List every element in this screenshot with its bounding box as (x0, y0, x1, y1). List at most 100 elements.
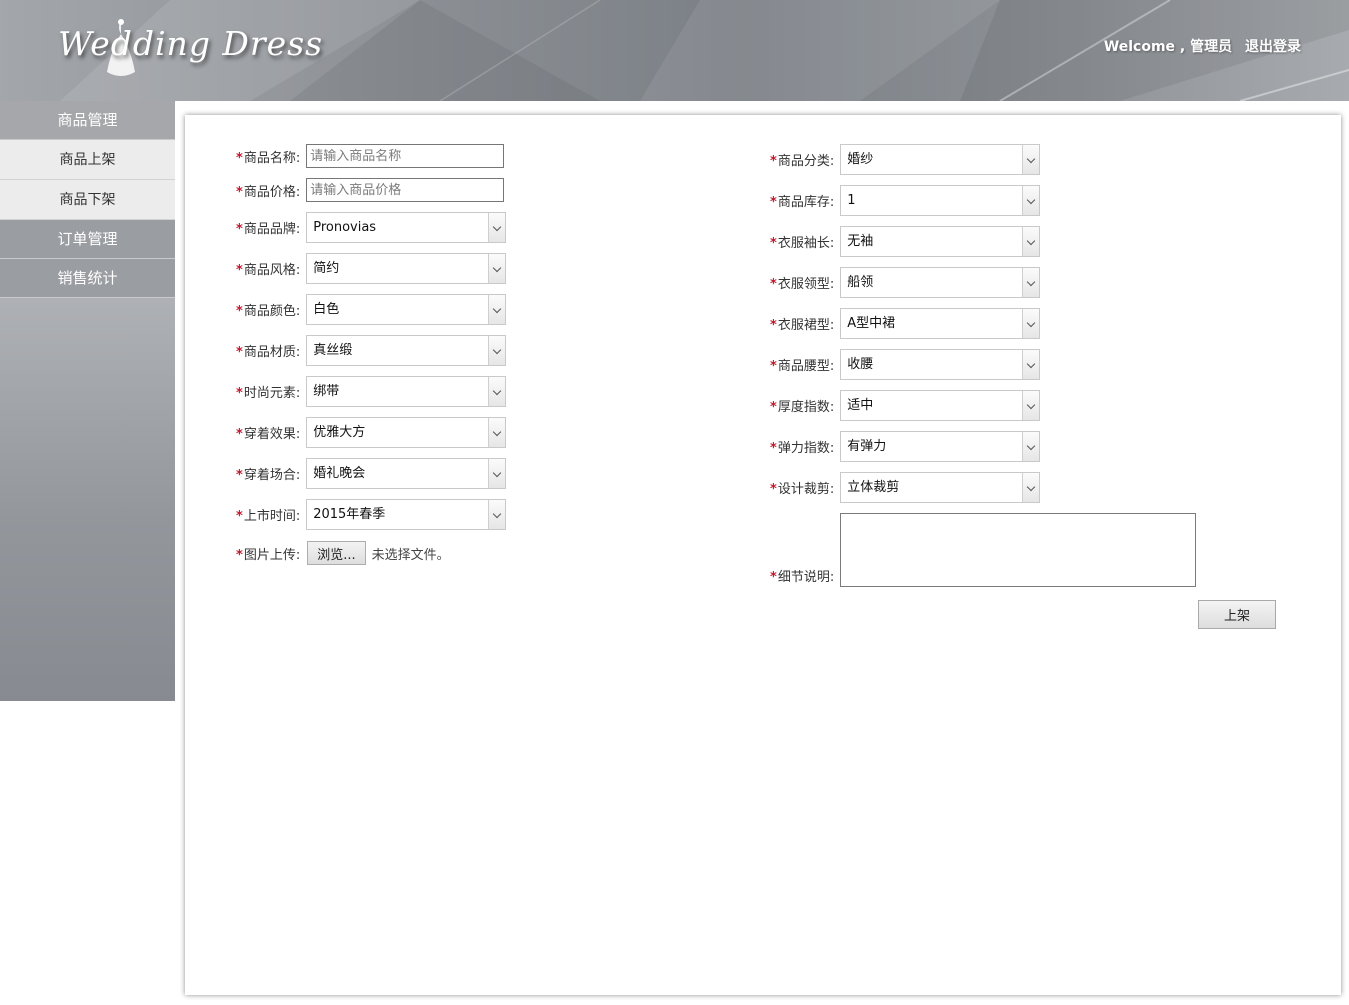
field-release-time: *上市时间: 2015年春季 (236, 499, 507, 530)
waist-type-value: 收腰 (847, 357, 874, 372)
required-mark: * (236, 509, 243, 524)
image-upload-label: 图片上传: (243, 547, 301, 563)
style-label: 商品风格: (243, 263, 301, 278)
occasion-label: 穿着场合: (243, 468, 301, 483)
release-time-label: 上市时间: (243, 509, 301, 524)
chevron-down-icon (1022, 432, 1040, 461)
nav-item-product-unshelve[interactable]: 商品下架 (0, 180, 175, 220)
thickness-select[interactable]: 适中 (840, 390, 1041, 421)
occasion-value: 婚礼晚会 (313, 466, 366, 481)
neckline-label: 衣服领型: (777, 277, 835, 292)
detail-description-textarea[interactable] (840, 513, 1197, 587)
waist-type-select[interactable]: 收腰 (840, 349, 1041, 380)
field-waist-type: *商品腰型: 收腰 (770, 349, 1041, 380)
elasticity-value: 有弹力 (847, 439, 887, 454)
chevron-down-icon (488, 377, 506, 406)
required-mark: * (236, 150, 243, 166)
skirt-type-select[interactable]: A型中裙 (840, 308, 1041, 339)
material-label: 商品材质: (243, 345, 301, 360)
required-mark: * (236, 427, 243, 442)
chevron-down-icon (488, 336, 506, 365)
wear-effect-value: 优雅大方 (313, 425, 366, 440)
field-detail-description: *细节说明: (770, 513, 1197, 587)
required-mark: * (236, 304, 243, 319)
field-color: *商品颜色: 白色 (236, 294, 507, 325)
chevron-down-icon (1022, 186, 1040, 215)
required-mark: * (236, 184, 243, 200)
category-label: 商品分类: (777, 154, 835, 169)
style-select[interactable]: 简约 (306, 253, 507, 284)
shelve-submit-button[interactable]: 上架 (1198, 600, 1276, 629)
chevron-down-icon (488, 254, 506, 283)
neckline-select[interactable]: 船领 (840, 267, 1041, 298)
occasion-select[interactable]: 婚礼晚会 (306, 458, 507, 489)
release-time-select[interactable]: 2015年春季 (306, 499, 507, 530)
product-price-input[interactable] (306, 178, 505, 202)
chevron-down-icon (488, 213, 506, 242)
required-mark: * (770, 318, 777, 333)
fashion-element-select[interactable]: 绑带 (306, 376, 507, 407)
required-mark: * (236, 386, 243, 401)
chevron-down-icon (1022, 350, 1040, 379)
user-area: Welcome , 管理员 退出登录 (1104, 36, 1301, 56)
site-logo[interactable]: Wedding Dress (58, 24, 323, 63)
required-mark: * (770, 236, 777, 251)
chevron-down-icon (1022, 145, 1040, 174)
logout-link[interactable]: 退出登录 (1245, 39, 1301, 55)
field-style: *商品风格: 简约 (236, 253, 507, 284)
chevron-down-icon (1022, 391, 1040, 420)
material-select[interactable]: 真丝缎 (306, 335, 507, 366)
field-brand: *商品品牌: Pronovias (236, 212, 507, 243)
tailoring-value: 立体裁剪 (847, 480, 900, 495)
field-sleeve-length: *衣服袖长: 无袖 (770, 226, 1041, 257)
required-mark: * (236, 345, 243, 360)
material-value: 真丝缎 (313, 343, 353, 358)
nav-group-product-management[interactable]: 商品管理 (0, 101, 175, 140)
detail-description-label: 细节说明: (777, 570, 835, 585)
header: Wedding Dress Welcome , 管理员 退出登录 (0, 0, 1349, 101)
sleeve-length-value: 无袖 (847, 234, 874, 249)
tailoring-select[interactable]: 立体裁剪 (840, 472, 1041, 503)
required-mark: * (236, 547, 243, 563)
neckline-value: 船领 (847, 275, 874, 290)
chevron-down-icon (488, 500, 506, 529)
color-label: 商品颜色: (243, 304, 301, 319)
color-select[interactable]: 白色 (306, 294, 507, 325)
nav-group-order-management[interactable]: 订单管理 (0, 220, 175, 259)
category-select[interactable]: 婚纱 (840, 144, 1041, 175)
wear-effect-label: 穿着效果: (243, 427, 301, 442)
sleeve-length-select[interactable]: 无袖 (840, 226, 1041, 257)
product-name-label: 商品名称: (243, 150, 301, 166)
required-mark: * (236, 222, 243, 237)
elasticity-select[interactable]: 有弹力 (840, 431, 1041, 462)
skirt-type-label: 衣服裙型: (777, 318, 835, 333)
field-thickness: *厚度指数: 适中 (770, 390, 1041, 421)
nav-group-sales-stats[interactable]: 销售统计 (0, 259, 175, 298)
chevron-down-icon (1022, 227, 1040, 256)
nav-item-product-shelve[interactable]: 商品上架 (0, 140, 175, 180)
browse-file-button[interactable]: 浏览... (307, 541, 366, 565)
elasticity-label: 弹力指数: (777, 441, 835, 456)
field-skirt-type: *衣服裙型: A型中裙 (770, 308, 1041, 339)
field-category: *商品分类: 婚纱 (770, 144, 1041, 175)
field-occasion: *穿着场合: 婚礼晚会 (236, 458, 507, 489)
waist-type-label: 商品腰型: (777, 359, 835, 374)
file-status-text: 未选择文件。 (371, 547, 450, 563)
wear-effect-select[interactable]: 优雅大方 (306, 417, 507, 448)
sleeve-length-label: 衣服袖长: (777, 236, 835, 251)
brand-select[interactable]: Pronovias (306, 212, 507, 243)
product-name-input[interactable] (306, 144, 505, 168)
stock-select[interactable]: 1 (840, 185, 1041, 216)
required-mark: * (770, 400, 777, 415)
brand-value: Pronovias (313, 220, 377, 235)
required-mark: * (770, 482, 777, 497)
field-product-price: *商品价格: (236, 178, 505, 202)
chevron-down-icon (1022, 268, 1040, 297)
sidebar: 商品管理 商品上架 商品下架 订单管理 销售统计 (0, 101, 175, 701)
product-form-panel: *商品名称: *商品价格: *商品品牌: Pronovias *商品风格: 简约… (185, 115, 1341, 995)
chevron-down-icon (1022, 473, 1040, 502)
thickness-value: 适中 (847, 398, 874, 413)
thickness-label: 厚度指数: (777, 400, 835, 415)
chevron-down-icon (488, 459, 506, 488)
chevron-down-icon (488, 418, 506, 447)
